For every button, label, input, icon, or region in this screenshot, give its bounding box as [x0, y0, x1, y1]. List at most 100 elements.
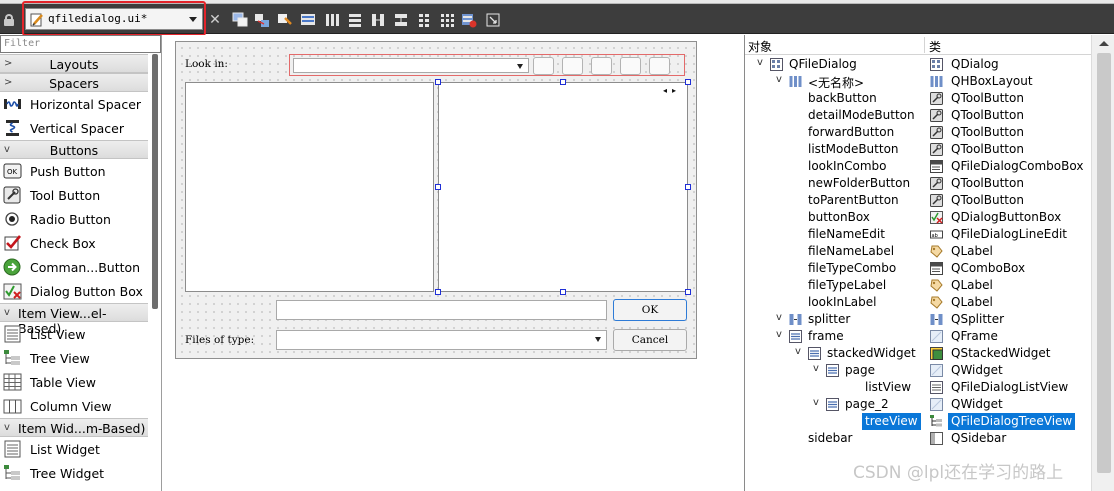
chevron-down-icon[interactable]: v: [813, 397, 819, 408]
lay-out-horizontally-icon[interactable]: [324, 12, 340, 28]
column-header-object[interactable]: 对象: [748, 38, 772, 55]
ok-button[interactable]: OK: [613, 299, 687, 321]
lay-out-vertically-icon[interactable]: [347, 12, 363, 28]
horizontal-splitter-icon[interactable]: [370, 12, 386, 28]
inspector-scrollbar[interactable]: [1091, 35, 1114, 491]
chevron-down-icon: [517, 64, 523, 69]
object-name: toParentButton: [808, 193, 899, 207]
object-tree-row[interactable]: buttonBox QDialogButtonBox: [745, 209, 1091, 226]
inspector-header: 对象 类: [745, 35, 1091, 55]
edit-tab-order-icon[interactable]: [300, 12, 316, 28]
category-item-views[interactable]: v Item View...el-Based): [0, 303, 148, 336]
form-layout-icon[interactable]: [416, 12, 432, 28]
new-folder-button[interactable]: [620, 57, 641, 75]
widget-label: Push Button: [30, 164, 106, 179]
forward-button[interactable]: [562, 57, 583, 75]
adjust-size-icon[interactable]: [485, 12, 501, 28]
list-mode-button[interactable]: [649, 57, 670, 75]
break-layout-icon[interactable]: [461, 12, 477, 28]
chevron-down-icon[interactable]: v: [776, 312, 782, 323]
object-tree-row[interactable]: detailModeButton QToolButton: [745, 107, 1091, 124]
look-in-combo[interactable]: [293, 58, 529, 73]
object-tree-row[interactable]: v stackedWidget QStackedWidget: [745, 345, 1091, 362]
chevron-down-icon[interactable]: v: [813, 363, 819, 374]
object-tree-row[interactable]: v page QWidget: [745, 362, 1091, 379]
widget-radio-button[interactable]: Radio Button: [0, 207, 148, 231]
btnbox-class-icon: [930, 211, 943, 224]
edit-buddies-icon[interactable]: [277, 12, 293, 28]
widget-tool-button[interactable]: Tool Button: [0, 183, 148, 207]
sidebar-view[interactable]: [185, 82, 434, 292]
widget-check-box[interactable]: Check Box: [0, 231, 148, 255]
resize-handle[interactable]: [435, 79, 441, 85]
object-tree-row[interactable]: fileTypeCombo QComboBox: [745, 260, 1091, 277]
object-tree-row[interactable]: v frame QFrame: [745, 328, 1091, 345]
widget-list-view[interactable]: List View: [0, 322, 148, 346]
resize-handle[interactable]: [560, 289, 566, 295]
resize-handle[interactable]: [435, 184, 441, 190]
object-tree-row[interactable]: fileTypeLabel QLabel: [745, 277, 1091, 294]
file-type-combo[interactable]: [276, 330, 607, 350]
svg-text:OK: OK: [7, 168, 18, 176]
widget-command-link-button[interactable]: Comman...Button: [0, 255, 148, 279]
widget-dialog-button-box[interactable]: Dialog Button Box: [0, 279, 148, 303]
resize-handle[interactable]: [560, 79, 566, 85]
page-navigation-arrows[interactable]: ◂▸: [663, 86, 681, 95]
qfiledialog-form[interactable]: Look in: ◂▸ OK Files of type: Cancel: [175, 41, 697, 359]
back-button[interactable]: [533, 57, 554, 75]
object-tree-row[interactable]: v <无名称> QHBoxLayout: [745, 73, 1091, 90]
object-tree-row[interactable]: listModeButton QToolButton: [745, 141, 1091, 158]
object-tree-row[interactable]: sidebar QSidebar: [745, 430, 1091, 447]
resize-handle[interactable]: [685, 184, 691, 190]
chevron-down-icon[interactable]: v: [776, 329, 782, 340]
widget-tree-widget[interactable]: Tree Widget: [0, 461, 148, 485]
close-icon[interactable]: ✕: [208, 13, 222, 27]
grid-layout-icon[interactable]: [439, 12, 455, 28]
widget-box-scrollbar[interactable]: [152, 54, 158, 309]
widget-table-view[interactable]: Table View: [0, 370, 148, 394]
object-tree-row[interactable]: backButton QToolButton: [745, 90, 1091, 107]
widget-tree-view[interactable]: Tree View: [0, 346, 148, 370]
category-buttons[interactable]: v Buttons: [0, 140, 148, 159]
stacked-widget-frame[interactable]: ◂▸: [438, 82, 688, 292]
to-parent-button[interactable]: [591, 57, 612, 75]
chevron-down-icon[interactable]: v: [757, 57, 763, 68]
object-tree-row[interactable]: newFolderButton QToolButton: [745, 175, 1091, 192]
widget-list-widget[interactable]: List Widget: [0, 437, 148, 461]
object-tree-row[interactable]: toParentButton QToolButton: [745, 192, 1091, 209]
chevron-down-icon[interactable]: v: [776, 74, 782, 85]
lock-icon[interactable]: [4, 14, 14, 26]
category-layouts[interactable]: > Layouts: [0, 54, 148, 73]
scroll-up-icon[interactable]: [1099, 41, 1109, 46]
column-divider[interactable]: [924, 37, 925, 53]
object-name: buttonBox: [808, 210, 870, 224]
object-tree-row[interactable]: v QFileDialog QDialog: [745, 56, 1091, 73]
object-tree-row[interactable]: v page_2 QWidget: [745, 396, 1091, 413]
widget-column-view[interactable]: Column View: [0, 394, 148, 418]
column-header-class[interactable]: 类: [929, 38, 941, 55]
widget-vertical-spacer[interactable]: Vertical Spacer: [0, 116, 148, 140]
widget-push-button[interactable]: OK Push Button: [0, 159, 148, 183]
widget-horizontal-spacer[interactable]: Horizontal Spacer: [0, 92, 148, 116]
object-tree-row[interactable]: treeView QFileDialogTreeView: [745, 413, 1091, 430]
object-tree-row[interactable]: listView QFileDialogListView: [745, 379, 1091, 396]
file-name-edit[interactable]: [276, 300, 607, 320]
object-tree-row[interactable]: fileNameLabel QLabel: [745, 243, 1091, 260]
cancel-button[interactable]: Cancel: [613, 329, 687, 351]
object-tree-row[interactable]: lookInCombo QFileDialogComboBox: [745, 158, 1091, 175]
chevron-down-icon[interactable]: v: [795, 346, 801, 357]
category-spacers[interactable]: > Spacers: [0, 73, 148, 92]
edit-signals-slots-icon[interactable]: [254, 12, 270, 28]
edit-widgets-icon[interactable]: [232, 12, 248, 28]
scrollbar-thumb[interactable]: [1097, 53, 1111, 473]
category-item-widgets[interactable]: v Item Wid...m-Based): [0, 418, 148, 437]
object-tree-row[interactable]: lookInLabel QLabel: [745, 294, 1091, 311]
resize-handle[interactable]: [435, 289, 441, 295]
vertical-splitter-icon[interactable]: [393, 12, 409, 28]
filter-input[interactable]: Filter: [0, 35, 161, 53]
object-tree-row[interactable]: v splitter QSplitter: [745, 311, 1091, 328]
object-tree-row[interactable]: fileNameEdit ab QFileDialogLineEdit: [745, 226, 1091, 243]
resize-handle[interactable]: [685, 289, 691, 295]
object-tree-row[interactable]: forwardButton QToolButton: [745, 124, 1091, 141]
resize-handle[interactable]: [685, 79, 691, 85]
